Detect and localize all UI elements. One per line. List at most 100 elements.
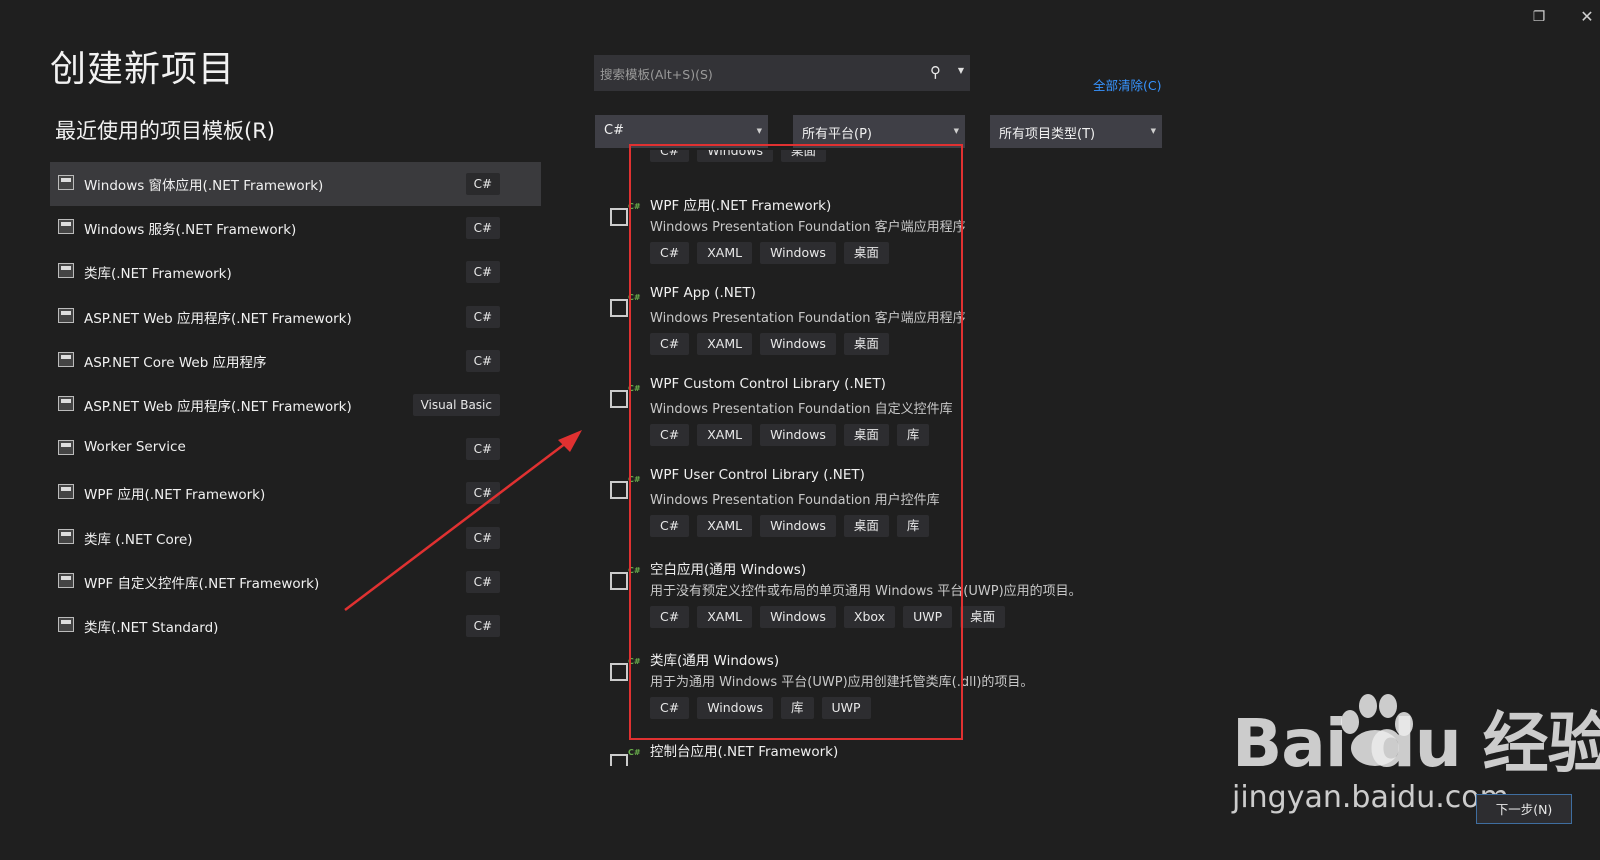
project-template-icon [58,307,74,323]
recent-template-name: ASP.NET Web 应用程序(.NET Framework) [84,398,352,415]
recent-template-name: Windows 窗体应用(.NET Framework) [84,178,324,194]
template-description: 用于为通用 Windows 平台(UWP)应用创建托管类库(.dll)的项目。 [650,675,1034,690]
template-tag: XAML [697,424,753,446]
template-description: Windows Presentation Foundation 用户控件库 [650,493,940,508]
recent-template-name: WPF 自定义控件库(.NET Framework) [84,575,320,592]
template-tag: Windows [760,606,836,628]
template-icon: C# [608,293,641,321]
chevron-down-icon: ▼ [1150,127,1156,135]
template-description: Windows Presentation Foundation 自定义控件库 [650,402,953,417]
template-tag: C# [650,515,690,537]
recent-template-name: ASP.NET Core Web 应用程序 [84,354,267,371]
recent-template-item[interactable]: 类库(.NET Framework) C# [50,250,541,294]
template-tag: 桌面 [843,424,889,446]
recent-template-item[interactable]: Worker Service C# [50,427,541,471]
template-tag: Windows [760,515,836,537]
language-filter[interactable]: C# ▼ [595,115,768,148]
template-icon: C# [608,384,641,412]
language-badge: Visual Basic [412,393,500,416]
chevron-down-icon: ▼ [756,127,762,135]
project-template-icon [58,263,74,279]
template-tag: 库 [896,424,930,446]
close-window-icon[interactable]: ✕ [1576,6,1598,28]
template-tag: C# [650,333,690,355]
platform-filter[interactable]: 所有平台(P) ▼ [793,115,965,148]
template-tag: Windows [697,150,774,162]
template-tags: C# XAML Windows 桌面 [650,333,897,355]
recent-template-item[interactable]: WPF 自定义控件库(.NET Framework) C# [50,560,541,604]
template-description: Windows Presentation Foundation 客户端应用程序 [650,220,966,235]
template-tag: XAML [697,242,753,264]
clear-all-link[interactable]: 全部清除(C) [1093,75,1161,94]
project-type-filter[interactable]: 所有项目类型(T) ▼ [990,115,1162,148]
recent-template-name: WPF 应用(.NET Framework) [84,487,266,504]
language-badge: C# [465,349,500,372]
template-tag: C# [650,150,690,162]
recent-templates-list: Windows 窗体应用(.NET Framework) C# Windows 服务… [50,162,541,648]
template-tags: C# XAML Windows Xbox UWP 桌面 [650,606,1013,628]
template-tag: C# [650,697,690,719]
language-badge: C# [465,261,500,284]
template-tag: Xbox [843,606,896,628]
search-dropdown-icon[interactable]: ▼ [958,66,964,75]
recent-template-item[interactable]: ASP.NET Web 应用程序(.NET Framework) Visual B… [50,383,541,427]
template-item[interactable]: C# WPF Custom Control Library (.NET) Windo… [600,376,1120,464]
recent-template-name: 类库(.NET Framework) [84,266,232,283]
template-item[interactable]: C# 类库(通用 Windows) 用于为通用 Windows 平台(UWP)应用创… [600,649,1120,737]
platform-filter-value: 所有平台(P) [802,127,872,142]
template-name: WPF App (.NET) [650,285,756,301]
recent-template-item[interactable]: Windows 窗体应用(.NET Framework) C# [50,162,541,206]
template-tag: 桌面 [843,515,889,537]
restore-window-icon[interactable]: ❐ [1528,6,1550,28]
template-list[interactable]: C# Windows 桌面 C# WPF 应用(.NET Framework) Windo… [600,150,1120,766]
template-tag: 桌面 [843,242,889,264]
template-tags: C# XAML Windows 桌面 [650,242,897,264]
recent-template-item[interactable]: ASP.NET Core Web 应用程序 C# [50,339,541,383]
watermark-url: jingyan.baidu.com [1232,780,1509,815]
template-item[interactable]: C# WPF 应用(.NET Framework) Windows Presenta… [600,194,1120,282]
recent-templates-header: 最近使用的项目模板(R) [55,119,275,143]
language-badge: C# [465,614,500,637]
template-tag: Windows [760,424,836,446]
recent-template-name: ASP.NET Web 应用程序(.NET Framework) [84,310,352,327]
recent-template-name: 类库(.NET Standard) [84,619,219,636]
project-template-icon [58,572,74,588]
project-template-icon [58,484,74,500]
search-input[interactable] [594,55,932,93]
template-item[interactable]: C# 控制台应用(.NET Framework) [600,740,1120,766]
template-description: Windows Presentation Foundation 客户端应用程序 [650,311,966,326]
template-tags: C# XAML Windows 桌面库 [650,515,937,537]
template-tag: 库 [781,697,814,719]
recent-template-item[interactable]: 类库 (.NET Core) C# [50,516,541,560]
template-tag: C# [650,242,690,264]
template-item[interactable]: C# 空白应用(通用 Windows) 用于没有预定义控件或布局的单页通用 Wind… [600,558,1120,646]
template-name: WPF User Control Library (.NET) [650,467,865,483]
recent-template-item[interactable]: 类库(.NET Standard) C# [50,604,541,648]
next-button[interactable]: 下一步(N) [1476,794,1572,824]
watermark-logo: Bai du 经验 [1232,705,1600,782]
project-template-icon [58,351,74,367]
template-tag: C# [650,606,690,628]
template-tag: Windows [760,242,836,264]
recent-template-item[interactable]: WPF 应用(.NET Framework) C# [50,471,541,515]
language-badge: C# [465,438,500,461]
recent-template-item[interactable]: Windows 服务(.NET Framework) C# [50,206,541,250]
project-type-filter-value: 所有项目类型(T) [999,127,1096,142]
template-item[interactable]: C# WPF User Control Library (.NET) Windows… [600,467,1120,555]
template-icon: C# [608,202,641,230]
template-tag: C# [650,424,690,446]
template-item[interactable]: C# WPF App (.NET) Windows Presentation Fou… [600,285,1120,373]
project-template-icon [58,395,74,411]
project-template-icon [58,616,74,632]
template-tag: Windows [760,333,836,355]
project-template-icon [58,175,74,190]
search-icon[interactable]: ⚲ [930,64,946,80]
language-badge: C# [465,305,500,328]
recent-template-item[interactable]: ASP.NET Web 应用程序(.NET Framework) C# [50,295,541,339]
language-badge: C# [465,173,500,195]
template-tag: XAML [697,515,753,537]
search-box[interactable]: ⚲ ▼ [594,55,970,93]
recent-template-name: Worker Service [84,439,186,456]
project-template-icon [58,440,74,456]
template-tag: XAML [697,333,753,355]
